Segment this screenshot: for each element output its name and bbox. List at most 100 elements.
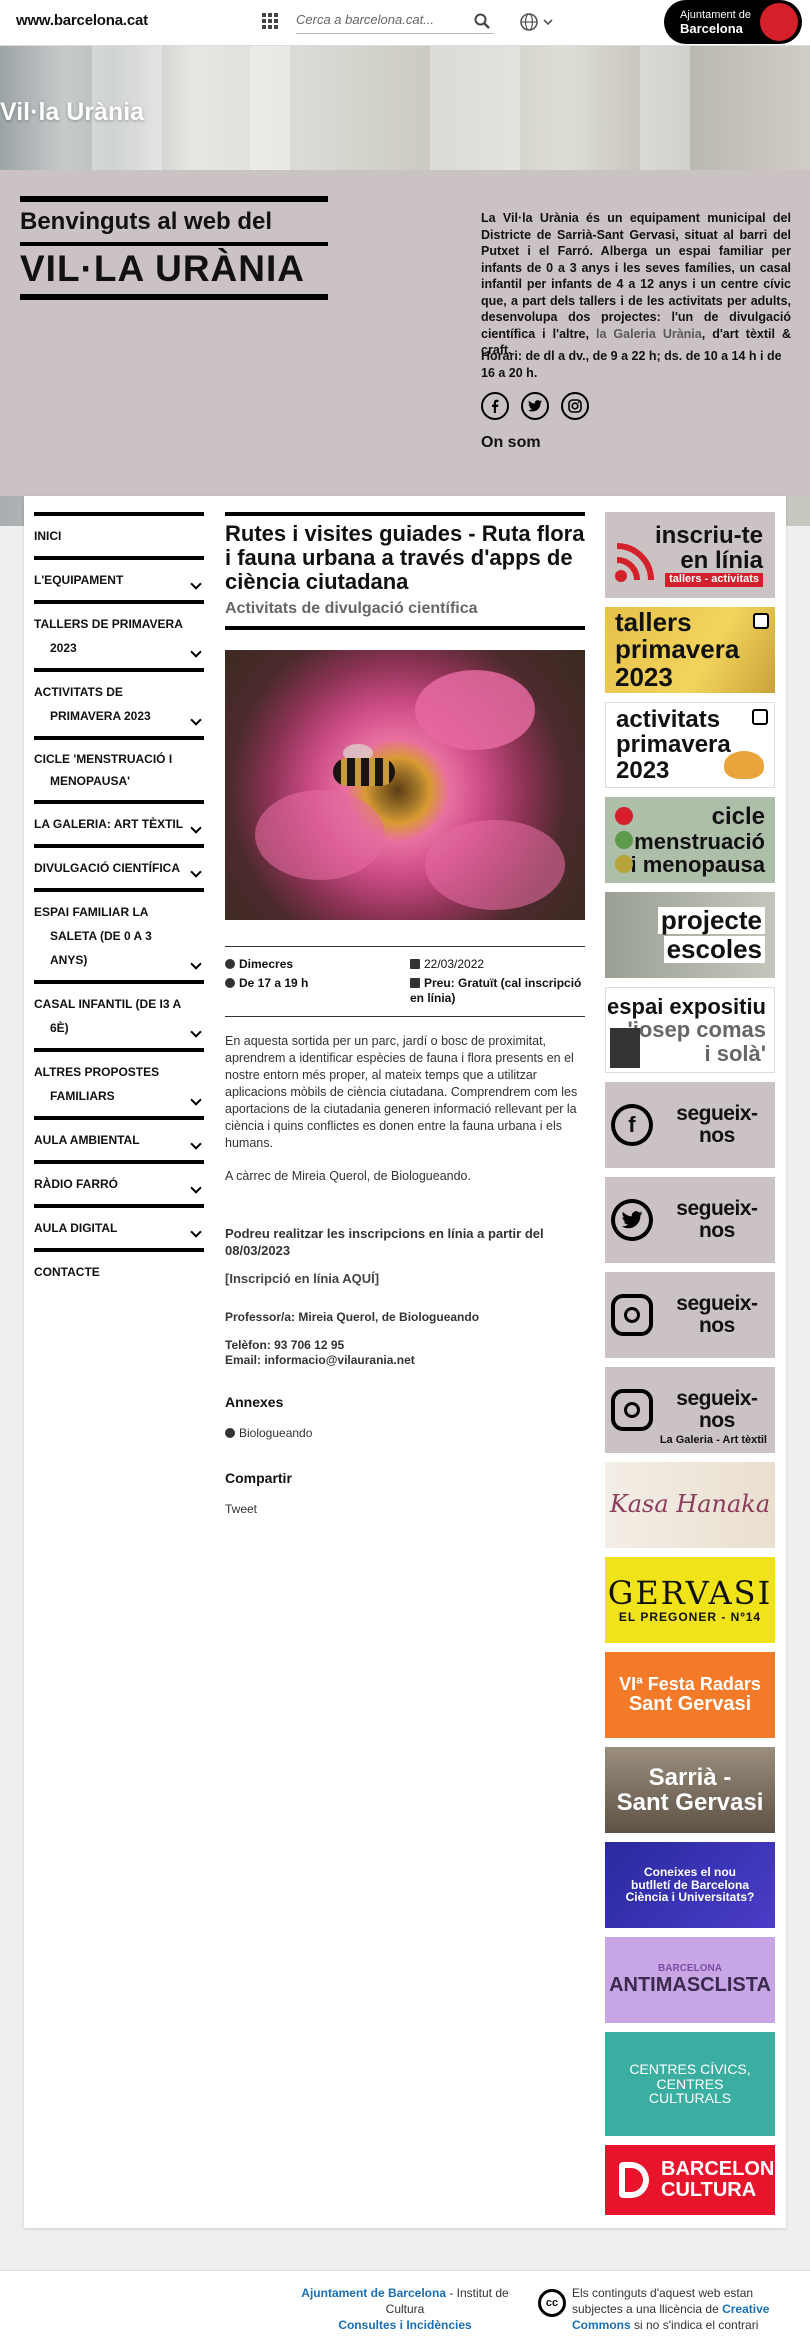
green-dot-icon	[615, 831, 633, 849]
welcome-line1: Benvinguts al web del	[20, 208, 273, 235]
creative-commons-icon: cc	[538, 2289, 566, 2317]
banner-centres-civics[interactable]: CENTRES CÍVICS, CENTRES CULTURALS	[605, 2032, 775, 2136]
phone: Telèfon: 93 706 12 95	[225, 1338, 345, 1352]
galeria-link[interactable]: la Galeria Urània	[596, 327, 702, 341]
chevron-down-icon	[190, 1138, 202, 1150]
external-link-icon	[753, 613, 769, 629]
main-content: INICI L'EQUIPAMENT TALLERS DE PRIMAVERA 2…	[24, 496, 786, 2228]
nav-item-inici[interactable]: INICI	[34, 512, 204, 556]
clock-icon	[225, 978, 235, 988]
chevron-down-icon	[190, 578, 202, 590]
bee-image	[333, 758, 395, 786]
nav-item-aula-ambiental[interactable]: AULA AMBIENTAL	[34, 1116, 204, 1160]
nav-item-equipament[interactable]: L'EQUIPAMENT	[34, 556, 204, 600]
nav-item-radio[interactable]: RÀDIO FARRÓ	[34, 1160, 204, 1204]
instagram-icon[interactable]	[561, 392, 589, 420]
nav-item-tallers[interactable]: TALLERS DE PRIMAVERA 2023	[34, 600, 204, 668]
banner-antimasclista[interactable]: BARCELONA ANTIMASCLISTA	[605, 1937, 775, 2023]
article-image	[225, 650, 585, 920]
event-time: De 17 a 19 h	[239, 976, 309, 990]
article-paragraph: A càrrec de Mireia Querol, de Biologuean…	[225, 1169, 471, 1183]
event-price: Preu: Gratuït (cal inscripció en línia)	[410, 976, 582, 1005]
banner-cicle-menstruacio[interactable]: cicle menstruació i menopausa	[605, 797, 775, 883]
info-icon	[225, 959, 235, 969]
banner-inscriu-te[interactable]: inscriu-te en línia tallers - activitats	[605, 512, 775, 598]
share-heading: Compartir	[225, 1470, 292, 1486]
banner-activitats-primavera[interactable]: activitats primavera 2023	[605, 702, 775, 788]
external-link-icon	[752, 709, 768, 725]
article-category: Activitats de divulgació científica	[225, 600, 585, 630]
twitter-icon[interactable]	[521, 392, 549, 420]
email: Email: informacio@vilaurania.net	[225, 1353, 415, 1367]
ajuntament-link[interactable]: Ajuntament de Barcelona	[301, 2286, 446, 2300]
nav-item-galeria[interactable]: LA GALERIA: ART TÈXTIL	[34, 800, 204, 844]
banner-gervasi[interactable]: GERVASI EL PREGONER - Nº14	[605, 1557, 775, 1643]
where-we-are-link[interactable]: On som	[481, 434, 541, 452]
consultes-link[interactable]: Consultes i Incidències	[338, 2318, 471, 2332]
banner-tallers-primavera[interactable]: tallers primavera 2023	[605, 607, 775, 693]
article: Rutes i visites guiades - Ruta flora i f…	[225, 512, 585, 1516]
barcelona-shield-icon	[760, 3, 798, 41]
language-selector[interactable]	[519, 12, 555, 32]
instagram-icon	[611, 1294, 653, 1336]
contact-info: Telèfon: 93 706 12 95 Email: informacio@…	[225, 1338, 585, 1368]
teacher-info: Professor/a: Mireia Querol, de Biologuea…	[225, 1310, 480, 1324]
annex-item[interactable]: Biologueando	[225, 1426, 585, 1440]
hero-title: Vil·la Urània	[0, 98, 145, 126]
banner-ciencia-universitats[interactable]: Coneixes el nou butlletí de Barcelona Ci…	[605, 1842, 775, 1928]
apps-grid-icon[interactable]	[262, 13, 278, 29]
banner-projecte-escoles[interactable]: projecte escoles	[605, 892, 775, 978]
banner-barcelona-cultura[interactable]: BARCELONA CULTURA	[605, 2145, 775, 2215]
butterfly-icon	[724, 751, 764, 779]
facebook-icon: f	[611, 1104, 653, 1146]
nav-item-divulgacio[interactable]: DIVULGACIÓ CIENTÍFICA	[34, 844, 204, 888]
globe-icon	[225, 1428, 235, 1438]
banner-festa-radars[interactable]: VIª Festa Radars Sant Gervasi	[605, 1652, 775, 1738]
article-title: Rutes i visites guiades - Ruta flora i f…	[225, 521, 585, 594]
chevron-down-icon	[190, 822, 202, 834]
nav-item-contacte[interactable]: CONTACTE	[34, 1248, 204, 1292]
opening-hours: Horari: de dl a dv., de 9 a 22 h; ds. de…	[481, 349, 782, 380]
event-meta: Dimecres De 17 a 19 h 22/03/2022 Preu: G…	[225, 946, 585, 1017]
instagram-icon	[611, 1389, 653, 1431]
footer-institution: Ajuntament de Barcelona - Institut de Cu…	[301, 2286, 509, 2332]
chevron-down-icon	[190, 1182, 202, 1194]
sidebar-nav: INICI L'EQUIPAMENT TALLERS DE PRIMAVERA 2…	[34, 512, 204, 1292]
article-paragraph: En aquesta sortida per un parc, jardí o …	[225, 1034, 578, 1150]
nav-item-espai-familiar[interactable]: ESPAI FAMILIAR LA SALETA (DE 0 A 3 ANYS)	[34, 888, 204, 980]
social-links	[481, 392, 589, 420]
chevron-down-icon	[543, 19, 553, 26]
banner-facebook[interactable]: f segueix-nos	[605, 1082, 775, 1168]
price-icon	[410, 978, 420, 988]
search-icon[interactable]	[474, 13, 490, 29]
welcome-title: Benvinguts al web del VIL·LA URÀNIA	[20, 196, 328, 300]
inscription-link[interactable]: [Inscripció en línia AQUÍ]	[225, 1271, 585, 1286]
banner-kasa-hanaka[interactable]: Kasa Hanaka	[605, 1462, 775, 1548]
tweet-link[interactable]: Tweet	[225, 1502, 585, 1516]
banner-espai-expositiu[interactable]: espai expositiu 'josep comas i solà'	[605, 987, 775, 1073]
inscription-info: Podreu realitzar les inscripcions en lín…	[225, 1226, 544, 1258]
banner-instagram[interactable]: segueix-nos	[605, 1272, 775, 1358]
ajuntament-logo[interactable]: Ajuntament de Barcelona	[664, 0, 802, 44]
site-domain-link[interactable]: www.barcelona.cat	[16, 12, 148, 29]
nav-item-aula-digital[interactable]: AULA DIGITAL	[34, 1204, 204, 1248]
banner-sarria-sant-gervasi[interactable]: Sarrià - Sant Gervasi	[605, 1747, 775, 1833]
red-dot-icon	[615, 807, 633, 825]
search-input[interactable]: Cerca a barcelona.cat...	[296, 10, 494, 34]
banner-column: inscriu-te en línia tallers - activitats…	[605, 512, 775, 2224]
logo-line1: Ajuntament de	[680, 9, 751, 21]
nav-item-cicle[interactable]: CICLE 'MENSTRUACIÓ I MENOPAUSA'	[34, 736, 204, 800]
event-day: Dimecres	[239, 957, 294, 971]
nav-item-casal[interactable]: CASAL INFANTIL (DE I3 A 6È)	[34, 980, 204, 1048]
banner-instagram-galeria[interactable]: segueix-nos La Galeria - Art tèxtil	[605, 1367, 775, 1453]
barcelona-cultura-logo-icon	[619, 2162, 649, 2198]
nav-item-activitats[interactable]: ACTIVITATS DE PRIMAVERA 2023	[34, 668, 204, 736]
banner-twitter[interactable]: segueix-nos	[605, 1177, 775, 1263]
nav-item-altres[interactable]: ALTRES PROPOSTES FAMILIARS	[34, 1048, 204, 1116]
facebook-icon[interactable]	[481, 392, 509, 420]
olive-dot-icon	[615, 855, 633, 873]
welcome-panel: Benvinguts al web del VIL·LA URÀNIA La V…	[0, 170, 810, 496]
chevron-down-icon	[190, 1226, 202, 1238]
chevron-down-icon	[190, 866, 202, 878]
footer-license: Els continguts d'aquest web estan subjec…	[572, 2286, 770, 2332]
